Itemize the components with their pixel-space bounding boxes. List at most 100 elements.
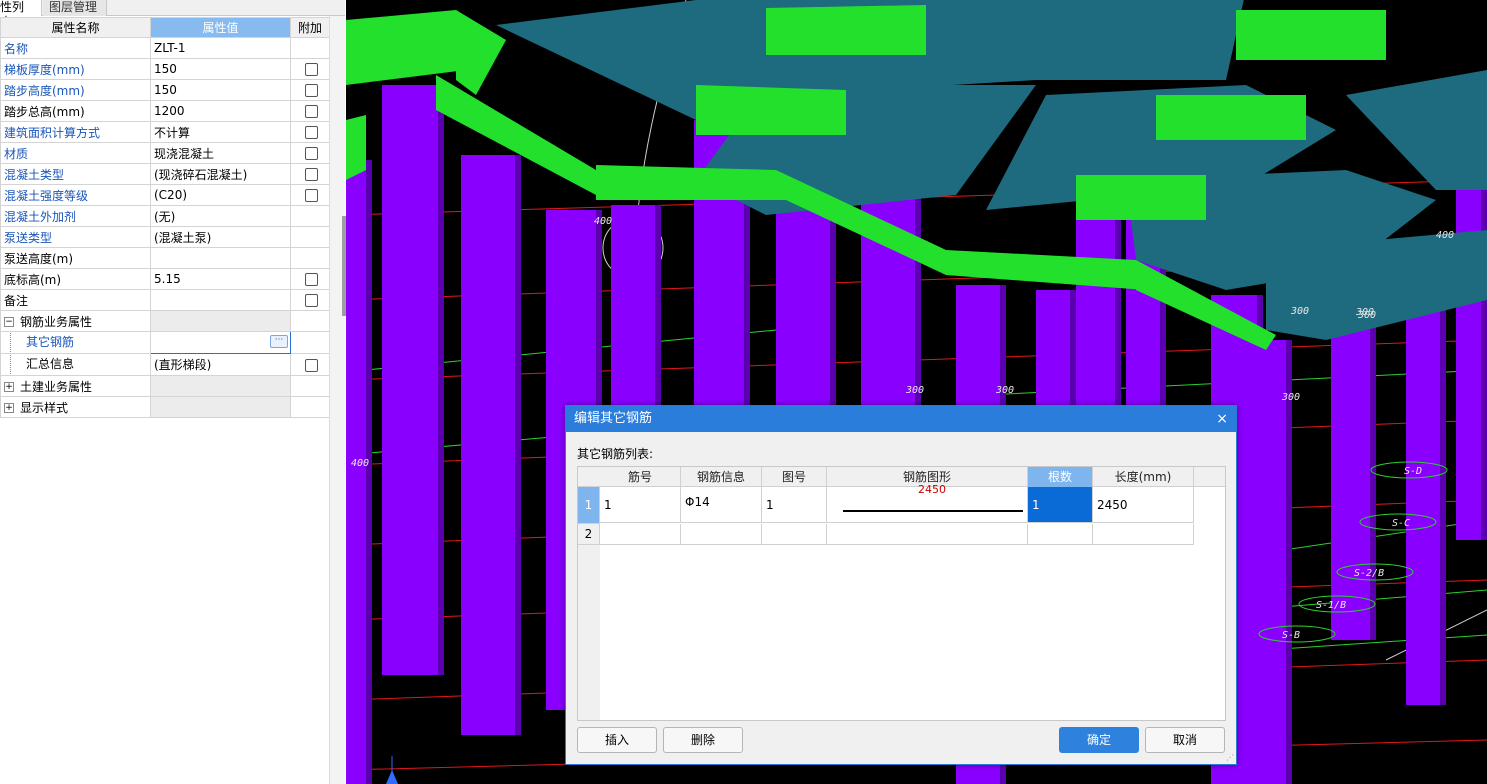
property-value[interactable]: (无) [150,205,291,227]
grid-label: 300 [1355,307,1374,318]
shape-length-label: 2450 [918,483,946,496]
column-shade [1286,340,1292,784]
column-header-bar-no[interactable]: 筋号 [600,467,681,487]
group-label: 土建业务属性 [20,379,93,394]
cell-figure-no[interactable]: 1 [762,487,827,523]
attach-checkbox[interactable] [305,105,318,118]
attach-checkbox[interactable] [305,273,318,286]
grid-label: S-B [1282,630,1300,641]
property-name: 建筑面积计算方式 [0,121,151,143]
row-header[interactable]: 1 [578,487,600,524]
column-header-figure-no[interactable]: 图号 [762,467,827,487]
cancel-button[interactable]: 取消 [1145,727,1225,753]
cell-rebar-shape[interactable]: 2450 [827,483,1028,523]
dialog-title-bar[interactable]: 编辑其它钢筋 × [566,406,1236,432]
property-row[interactable]: 建筑面积计算方式 不计算 [0,121,330,143]
group-civil[interactable]: + 土建业务属性 [0,375,151,397]
property-row[interactable]: 梯板厚度(mm) 150 [0,58,330,80]
cell-figure-no[interactable] [762,524,827,545]
attach-checkbox[interactable] [305,84,318,97]
property-name: 底标高(m) [0,268,151,290]
property-value[interactable] [150,289,291,311]
property-row[interactable]: 材质 现浇混凝土 [0,142,330,164]
column [1331,300,1376,640]
row-header[interactable]: 2 [578,524,600,545]
attach-checkbox[interactable] [305,63,318,76]
column-header-rebar-info[interactable]: 钢筋信息 [681,467,762,487]
property-value[interactable]: (混凝土泵) [150,226,291,248]
group-display[interactable]: + 显示样式 [0,396,151,418]
property-row[interactable]: 名称 ZLT-1 [0,37,330,59]
property-row[interactable]: 备注 [0,289,330,311]
cell-count[interactable] [1028,524,1093,545]
property-name: 混凝土强度等级 [0,184,151,206]
property-row[interactable]: 混凝土外加剂 (无) [0,205,330,227]
grid-label: 300 [1281,392,1300,403]
property-row[interactable]: 混凝土强度等级 (C20) [0,184,330,206]
attach-checkbox[interactable] [305,147,318,160]
property-name: 踏步高度(mm) [0,79,151,101]
property-value[interactable]: (现浇碎石混凝土) [150,163,291,185]
delete-button[interactable]: 删除 [663,727,743,753]
expand-icon[interactable]: + [4,382,14,392]
attach-checkbox[interactable] [305,358,318,372]
cell-length[interactable] [1093,524,1194,545]
group-rebar[interactable]: − 钢筋业务属性 [0,310,151,332]
property-value[interactable]: 不计算 [150,121,291,143]
property-value[interactable]: 1200 [150,100,291,122]
cell-rebar-shape[interactable] [827,524,1028,545]
property-value[interactable]: 150 [150,79,291,101]
cell-rebar-info[interactable] [681,524,762,545]
close-icon[interactable]: × [1216,406,1228,432]
panel-splitter[interactable] [329,16,346,784]
column-header-count[interactable]: 根数 [1028,467,1093,487]
attach-checkbox[interactable] [305,189,318,202]
property-row[interactable]: 泵送高度(m) [0,247,330,269]
property-row[interactable]: 泵送类型 (混凝土泵) [0,226,330,248]
attach-checkbox[interactable] [305,126,318,139]
property-value[interactable]: (C20) [150,184,291,206]
list-label: 其它钢筋列表: [577,447,654,461]
cell-bar-no[interactable] [600,524,681,545]
property-value[interactable] [150,247,291,269]
property-name: 名称 [0,37,151,59]
property-value[interactable]: 现浇混凝土 [150,142,291,164]
collapse-icon[interactable]: − [4,317,14,327]
insert-button[interactable]: 插入 [577,727,657,753]
property-value[interactable]: ZLT-1 [150,37,291,59]
property-name: 混凝土类型 [0,163,151,185]
expand-icon[interactable]: + [4,403,14,413]
cell-length[interactable]: 2450 [1093,487,1194,523]
ellipsis-button[interactable]: ··· [270,335,288,348]
column-header-length[interactable]: 长度(mm) [1093,467,1194,487]
property-row[interactable]: 混凝土类型 (现浇碎石混凝土) [0,163,330,185]
tab-property-list[interactable]: 性列表 [0,0,42,29]
property-name: 泵送高度(m) [0,247,151,269]
edit-other-rebar-dialog: 编辑其它钢筋 × 其它钢筋列表: 筋号 钢筋信息 图号 钢筋图形 根数 长度(m… [565,405,1237,765]
resize-grip-icon[interactable]: ⋰ [1226,753,1234,762]
property-row[interactable]: 踏步总高(mm) 1200 [0,100,330,122]
tree-line-icon [10,332,22,352]
summary-value[interactable]: (直形梯段) [150,353,291,376]
attach-checkbox[interactable] [305,168,318,181]
property-row[interactable]: 底标高(m) 5.15 [0,268,330,290]
property-label: 其它钢筋 [26,335,75,349]
property-name: 梯板厚度(mm) [0,58,151,80]
attach-checkbox[interactable] [305,294,318,307]
cell-count[interactable]: 1 [1028,487,1093,523]
column-shade [1440,265,1446,705]
cell-bar-no[interactable]: 1 [600,487,681,523]
cell-rebar-info[interactable]: Φ14 [681,487,762,523]
property-value[interactable]: 150 [150,58,291,80]
property-name: 混凝土外加剂 [0,205,151,227]
rebar-grid[interactable]: 筋号 钢筋信息 图号 钢筋图形 根数 长度(mm) 1 1 Φ14 1 2450… [577,466,1226,721]
property-row[interactable]: 踏步高度(mm) 150 [0,79,330,101]
grid-label: 300 [995,385,1014,396]
property-value[interactable]: 5.15 [150,268,291,290]
tab-layer-management[interactable]: 图层管理 [43,0,107,16]
group-label: 钢筋业务属性 [20,314,93,329]
other-rebar-value[interactable]: ··· [150,331,291,354]
ok-button[interactable]: 确定 [1059,727,1139,753]
panel-tabs: 性列表 图层管理 [0,0,345,29]
header-extra: 附加 [290,17,330,38]
